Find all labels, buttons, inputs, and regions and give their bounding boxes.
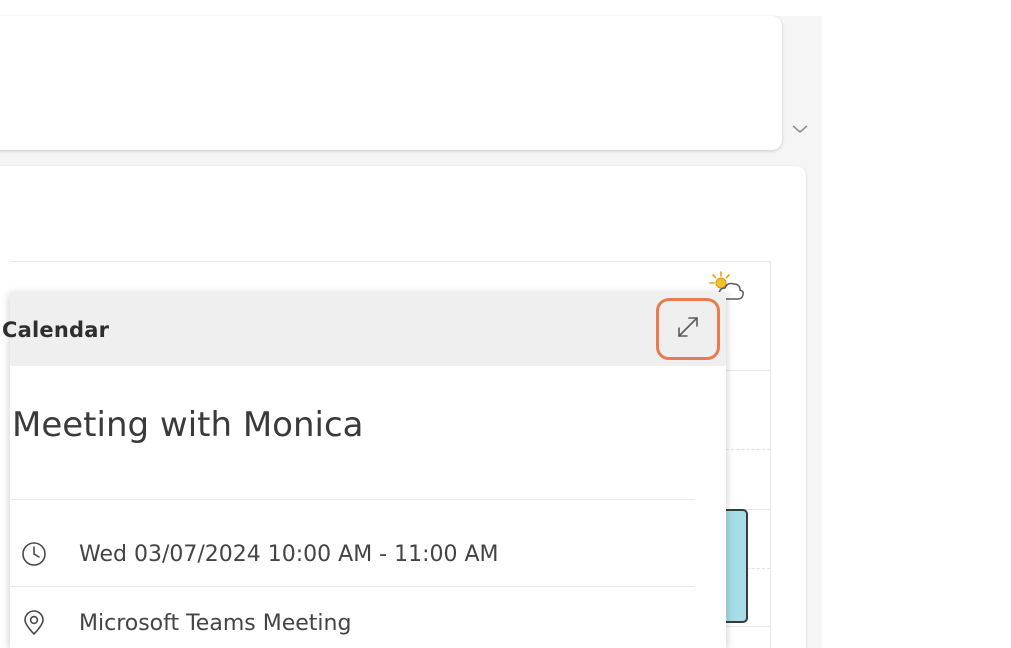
chevron-down-icon[interactable] [790, 122, 810, 136]
expand-button[interactable] [656, 298, 720, 360]
grid-line [726, 626, 770, 627]
divider [10, 499, 695, 500]
divider [10, 586, 695, 587]
event-datetime: Wed 03/07/2024 10:00 AM - 11:00 AM [79, 542, 499, 567]
clock-icon [20, 540, 48, 568]
popup-header: Calendar [2, 292, 726, 366]
outlook-calendar-view: Calendar Meeting with Monica Wed 03/07/2… [0, 0, 1011, 648]
event-location[interactable]: Microsoft Teams Meeting [79, 611, 351, 636]
grid-line [726, 370, 770, 371]
event-preview-popup: Calendar Meeting with Monica Wed 03/07/2… [2, 292, 726, 648]
collapsed-card [0, 16, 782, 150]
event-location-row: Microsoft Teams Meeting [10, 603, 710, 643]
location-pin-icon [20, 609, 48, 637]
top-strip [0, 0, 1011, 16]
event-datetime-row: Wed 03/07/2024 10:00 AM - 11:00 AM [10, 534, 710, 574]
expand-diagonal-arrows-icon [673, 312, 703, 347]
right-pane [822, 16, 1011, 648]
popup-header-title: Calendar [2, 318, 110, 342]
event-title: Meeting with Monica [12, 405, 364, 445]
grid-line [726, 449, 770, 450]
